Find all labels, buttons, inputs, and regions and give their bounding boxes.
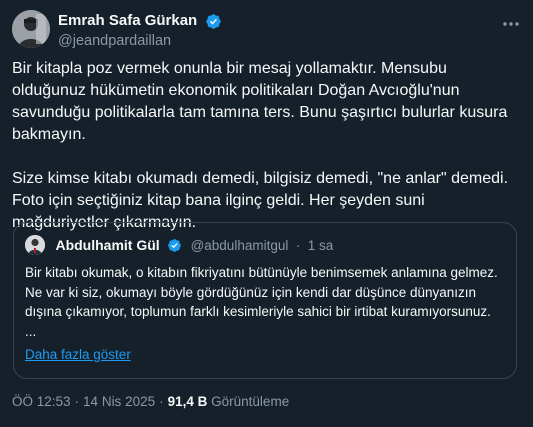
- show-more-link[interactable]: Daha fazla göster: [25, 347, 131, 362]
- more-horizontal-icon[interactable]: [501, 14, 521, 34]
- tweet-paragraph: Bir kitapla poz vermek onunla bir mesaj …: [12, 60, 508, 143]
- tweet-time[interactable]: ÖÖ 12:53: [12, 394, 71, 409]
- quoted-tweet-text: Bir kitabı okumak, o kitabın fikriyatını…: [25, 263, 505, 341]
- tweet: Emrah Safa Gürkan @jeandpardaillan Bir k…: [0, 0, 533, 427]
- quoted-tweet-header: Abdulhamit Gül @abdulhamitgul · 1 sa: [25, 235, 333, 255]
- tweet-meta: ÖÖ 12:53 · 14 Nis 2025 · 91,4 B Görüntüleme: [12, 394, 289, 409]
- quoted-tweet[interactable]: Abdulhamit Gül @abdulhamitgul · 1 sa Bir…: [13, 222, 517, 379]
- quoted-tweet-body: Bir kitabı okumak, o kitabın fikriyatını…: [25, 265, 498, 319]
- views-label: Görüntüleme: [211, 394, 290, 409]
- separator-dot: ·: [74, 394, 80, 409]
- quoted-tweet-time[interactable]: 1 sa: [308, 238, 334, 253]
- author-avatar[interactable]: [12, 10, 50, 48]
- author-name[interactable]: Emrah Safa Gürkan: [58, 12, 197, 30]
- quoted-tweet-ellipsis: ...: [25, 323, 37, 339]
- verified-badge-icon: [168, 238, 182, 252]
- author-handle[interactable]: @jeandpardaillan: [58, 32, 222, 50]
- verified-badge-icon: [205, 13, 221, 29]
- quoted-author-avatar: [25, 235, 45, 255]
- tweet-date[interactable]: 14 Nis 2025: [83, 394, 155, 409]
- views-count: 91,4 B: [167, 394, 208, 409]
- separator-dot: ·: [159, 394, 164, 409]
- quoted-author-handle[interactable]: @abdulhamitgul: [191, 238, 289, 253]
- quoted-author-name[interactable]: Abdulhamit Gül: [55, 237, 159, 253]
- author-info: Emrah Safa Gürkan @jeandpardaillan: [58, 12, 222, 50]
- tweet-text: Bir kitapla poz vermek onunla bir mesaj …: [12, 58, 522, 234]
- separator-dot: ·: [295, 237, 301, 253]
